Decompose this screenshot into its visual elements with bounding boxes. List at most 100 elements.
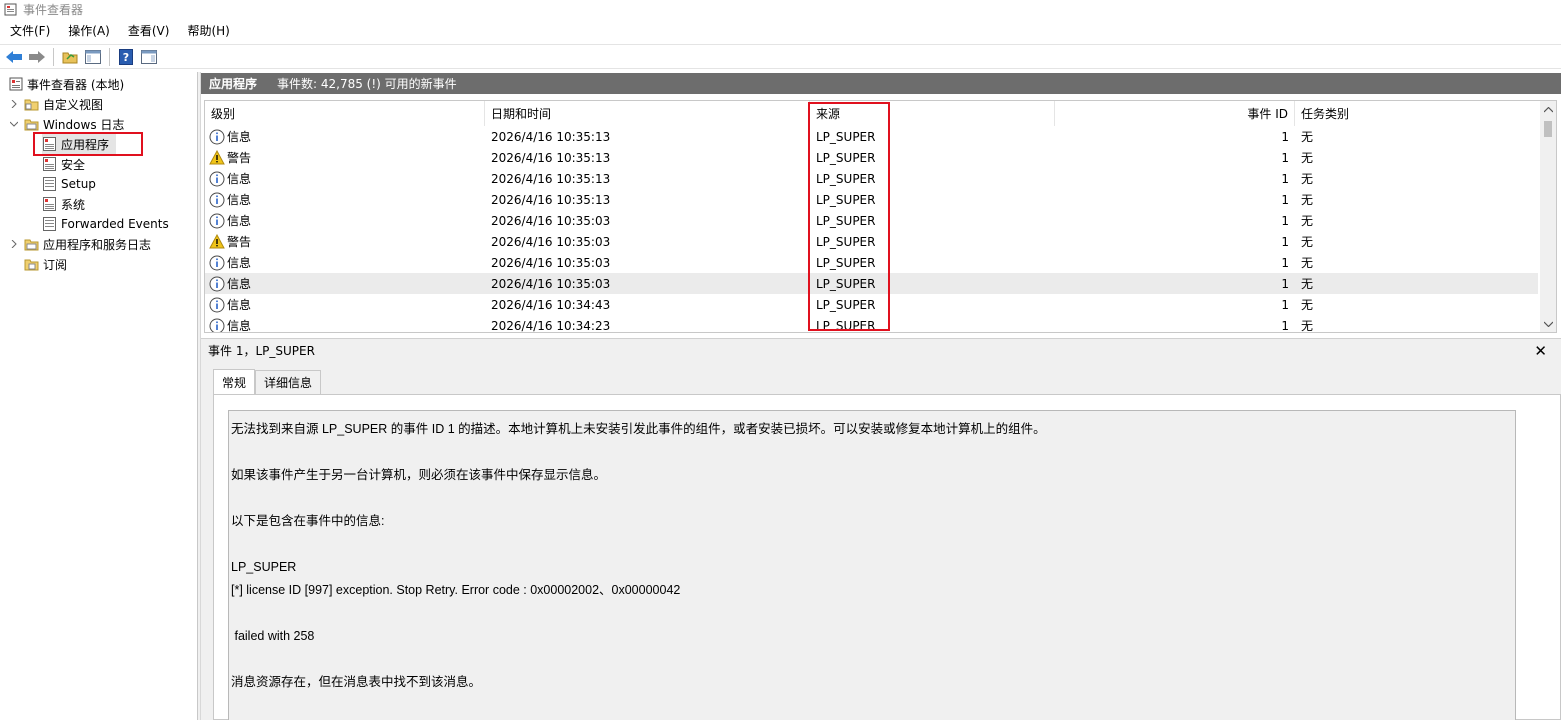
toolbar: ? [0,44,1561,69]
forward-arrow-icon [29,50,45,63]
tree-item-forwarded-events[interactable]: Forwarded Events [42,214,169,234]
menu-help[interactable]: 帮助(H) [177,20,237,42]
menu-file[interactable]: 文件(F) [0,20,58,42]
svg-text:?: ? [123,51,129,64]
cell-event-id: 1 [1281,129,1289,144]
column-header-level[interactable]: 级别 [205,101,485,126]
tree-item-windows-logs[interactable]: Windows 日志 [8,114,124,134]
cell-datetime: 2026/4/16 10:34:23 [491,318,611,333]
chevron-right-icon[interactable] [8,98,20,110]
level-text: 信息 [227,277,252,291]
cell-task: 无 [1301,130,1314,144]
menu-view[interactable]: 查看(V) [118,20,178,42]
description-line [231,648,1515,671]
description-line: 以下是包含在事件中的信息: [231,514,385,528]
cell-level: 警告 [205,147,485,168]
event-viewer-app-icon [4,3,17,16]
scroll-thumb[interactable] [1544,121,1552,137]
menu-action[interactable]: 操作(A) [58,20,118,42]
description-line [231,441,1515,464]
description-line [231,487,1515,510]
cell-level: 信息 [205,315,485,333]
info-icon [209,297,225,313]
forward-button[interactable] [26,46,48,68]
info-icon [209,129,225,145]
tree-root[interactable]: 事件查看器 (本地) [8,74,124,94]
info-icon [209,213,225,229]
open-button[interactable] [59,46,81,68]
show-hide-tree-button[interactable] [82,46,104,68]
cell-event-id: 1 [1281,297,1289,312]
tree-item-subscriptions[interactable]: 订阅 [24,254,67,274]
title-bar: 事件查看器 [0,0,1561,19]
cell-task: 无 [1301,193,1314,207]
warning-icon [209,150,225,165]
level-text: 信息 [227,130,252,144]
tree-item-label: Forwarded Events [61,217,169,231]
show-hide-action-pane-button[interactable] [138,46,160,68]
cell-event-id: 1 [1281,171,1289,186]
subscription-icon [24,257,39,272]
highlight-box-application [33,132,143,156]
cell-level: 信息 [205,168,485,189]
cell-task: 无 [1301,277,1314,291]
cell-task: 无 [1301,319,1314,333]
description-line [231,533,1515,556]
tree-item-system[interactable]: 系统 [42,194,85,214]
cell-level: 信息 [205,273,485,294]
cell-level: 警告 [205,231,485,252]
cell-event-id: 1 [1281,234,1289,249]
description-line: 无法找到来自源 LP_SUPER 的事件 ID 1 的描述。本地计算机上未安装引… [231,422,1046,436]
action-pane-icon [141,49,157,64]
toolbar-separator [53,47,54,66]
log-icon [42,177,57,192]
log-header: 应用程序 事件数: 42,785 (!) 可用的新事件 [201,73,1561,94]
column-header-datetime[interactable]: 日期和时间 [485,101,810,126]
info-icon [209,171,225,187]
detail-tabs: 常规 详细信息 [213,369,322,394]
cell-level: 信息 [205,210,485,231]
cell-level: 信息 [205,252,485,273]
cell-task: 无 [1301,214,1314,228]
cell-event-id: 1 [1281,318,1289,333]
event-detail-pane: 常规 详细信息 无法找到来自源 LP_SUPER 的事件 ID 1 的描述。本地… [201,362,1561,720]
tree-item-label: Setup [61,177,96,191]
console-tree: 事件查看器 (本地) 自定义视图 Windows 日志 应用程序 安全 Setu… [0,72,198,720]
level-text: 警告 [227,151,252,165]
description-line: failed with 258 [231,629,315,643]
tree-item-label: 安全 [61,157,86,172]
cell-task: 无 [1301,172,1314,186]
tree-item-label: 自定义视图 [43,97,104,112]
cell-event-id: 1 [1281,255,1289,270]
vertical-scrollbar[interactable] [1540,101,1556,332]
back-button[interactable] [3,46,25,68]
scroll-up-button[interactable] [1540,101,1556,118]
level-text: 信息 [227,193,252,207]
column-header-event-id[interactable]: 事件 ID [1055,101,1295,126]
tab-general[interactable]: 常规 [213,369,256,394]
menu-bar: 文件(F) 操作(A) 查看(V) 帮助(H) [0,20,1561,42]
cell-event-id: 1 [1281,276,1289,291]
cell-datetime: 2026/4/16 10:35:03 [491,234,611,249]
cell-task: 无 [1301,298,1314,312]
description-line [231,602,1515,625]
scroll-down-button[interactable] [1540,315,1556,332]
tree-item-app-service-logs[interactable]: 应用程序和服务日志 [8,234,151,254]
column-header-task[interactable]: 任务类别 [1295,101,1538,126]
folder-icon [24,117,39,132]
chevron-down-icon[interactable] [8,118,20,130]
tree-item-setup[interactable]: Setup [42,174,96,194]
event-detail-title: 事件 1，LP_SUPER [208,344,315,358]
log-icon [42,217,57,232]
tree-item-custom-views[interactable]: 自定义视图 [8,94,103,114]
chevron-right-icon[interactable] [8,238,20,250]
tab-details[interactable]: 详细信息 [255,370,322,394]
close-icon[interactable]: ✕ [1534,342,1547,360]
description-line: 消息资源存在，但在消息表中找不到该消息。 [231,675,482,689]
help-button[interactable]: ? [115,46,137,68]
event-description[interactable]: 无法找到来自源 LP_SUPER 的事件 ID 1 的描述。本地计算机上未安装引… [228,410,1516,720]
highlight-box-source-column [808,102,890,331]
level-text: 信息 [227,319,252,333]
cell-event-id: 1 [1281,150,1289,165]
tree-item-security[interactable]: 安全 [42,154,85,174]
